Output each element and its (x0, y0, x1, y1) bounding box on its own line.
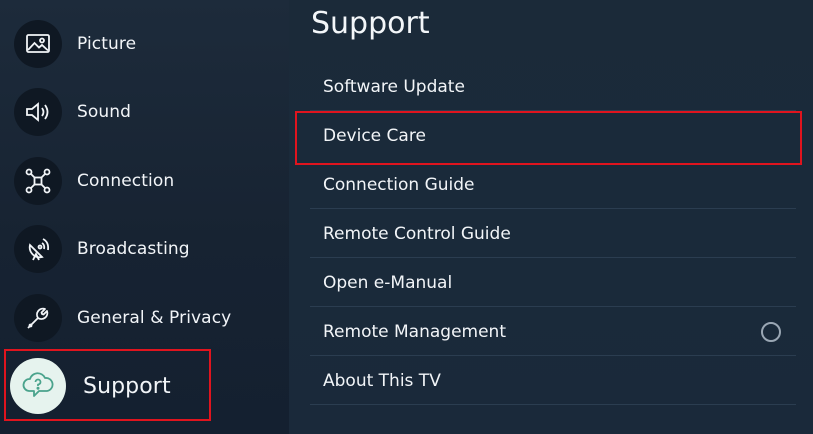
menu-item-label: Software Update (323, 76, 465, 97)
remote-management-radio-button[interactable] (761, 321, 781, 342)
menu-item-connection-guide[interactable]: Connection Guide (310, 161, 796, 209)
menu-item-label: Connection Guide (323, 174, 475, 195)
menu-item-device-care[interactable]: Device Care (310, 112, 796, 160)
sidebar-item-picture[interactable]: Picture (14, 16, 284, 72)
speaker-icon (14, 88, 62, 136)
sidebar-item-label: General & Privacy (77, 308, 232, 328)
sidebar-item-connection[interactable]: Connection (14, 153, 284, 209)
wrench-icon (14, 294, 62, 342)
settings-sidebar: Picture Sound Connection Broadcasting Ge… (0, 0, 290, 434)
support-panel: Support Software Update Device Care Conn… (289, 0, 813, 434)
sidebar-item-general-privacy[interactable]: General & Privacy (14, 290, 284, 346)
tv-settings-screen: Picture Sound Connection Broadcasting Ge… (0, 0, 813, 434)
menu-item-about-this-tv[interactable]: About This TV (310, 357, 796, 405)
menu-item-label: Remote Control Guide (323, 223, 511, 244)
menu-item-remote-control-guide[interactable]: Remote Control Guide (310, 210, 796, 258)
page-title: Support (311, 6, 430, 41)
picture-icon (14, 20, 62, 68)
menu-item-label: Device Care (323, 126, 426, 146)
menu-item-label: Remote Management (323, 321, 506, 342)
menu-item-remote-management[interactable]: Remote Management (310, 308, 796, 356)
menu-item-label: Open e-Manual (323, 272, 453, 293)
sidebar-item-label: Picture (77, 34, 137, 54)
menu-item-open-e-manual[interactable]: Open e-Manual (310, 259, 796, 307)
network-icon (14, 157, 62, 205)
support-cloud-icon (10, 358, 66, 414)
sidebar-item-label: Sound (77, 102, 132, 122)
menu-item-label: About This TV (323, 370, 441, 391)
sidebar-item-label: Support (83, 373, 171, 399)
sidebar-item-label: Broadcasting (77, 239, 190, 259)
broadcast-icon (14, 225, 62, 273)
menu-item-software-update[interactable]: Software Update (310, 63, 796, 111)
sidebar-item-broadcasting[interactable]: Broadcasting (14, 221, 284, 277)
sidebar-item-label: Connection (77, 171, 175, 191)
sidebar-item-sound[interactable]: Sound (14, 84, 284, 140)
sidebar-item-support[interactable]: Support (10, 356, 208, 416)
